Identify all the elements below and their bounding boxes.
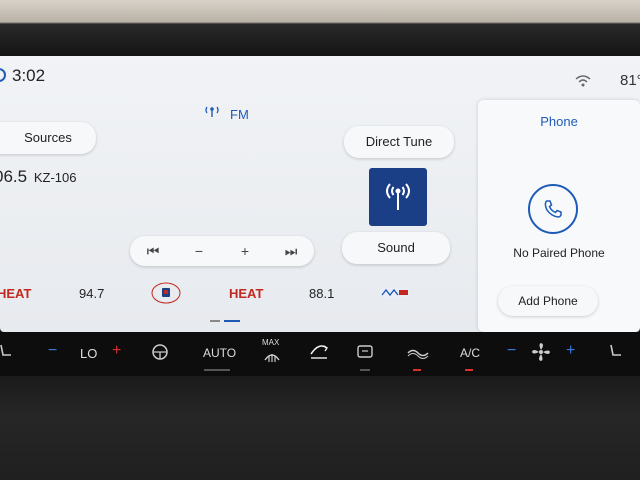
preset-6-logo-icon[interactable] [380, 286, 410, 300]
driver-temp-down-button[interactable]: − [48, 342, 57, 360]
preset-2[interactable]: 94.7 [79, 286, 104, 301]
direct-tune-button[interactable]: Direct Tune [344, 126, 454, 158]
fan-up-button[interactable]: + [566, 342, 575, 360]
current-station: 06.5 KZ-106 [0, 167, 76, 187]
phone-icon[interactable] [528, 184, 578, 234]
radio-panel: FM Sources Direct Tune 06.5 KZ-106 ⏮ − +… [0, 98, 472, 332]
phone-panel: Phone No Paired Phone Add Phone [478, 100, 640, 332]
clock: 3:02 [12, 66, 46, 85]
sources-button[interactable]: Sources [0, 122, 96, 154]
passenger-seat-heat-icon[interactable] [606, 342, 626, 362]
preset-3-logo-icon[interactable] [151, 282, 181, 304]
seat-mode-icon[interactable] [355, 342, 375, 362]
home-icon[interactable] [0, 68, 6, 82]
rear-defrost-icon[interactable] [406, 342, 430, 362]
max-defrost-label: MAX [262, 338, 280, 347]
seek-back-button[interactable]: ⏮ [130, 236, 176, 266]
wifi-icon [575, 75, 591, 87]
driver-seat-heat-icon[interactable] [0, 342, 16, 362]
phone-status: No Paired Phone [513, 246, 605, 260]
page-indicator [210, 319, 242, 323]
outside-temperature: 81° [620, 72, 640, 89]
infotainment-screen: 3:02 81° FM Sources Direct Tune 06.5 KZ-… [0, 56, 640, 332]
rear-defrost-indicator [413, 369, 421, 371]
broadcast-icon [386, 183, 410, 210]
max-defrost-icon[interactable] [262, 348, 282, 368]
add-phone-button[interactable]: Add Phone [498, 286, 598, 316]
antenna-icon [205, 106, 219, 117]
tune-down-button[interactable]: − [176, 236, 222, 266]
auto-climate-button[interactable]: AUTO [203, 346, 236, 360]
tune-up-button[interactable]: + [222, 236, 268, 266]
fan-icon [532, 343, 550, 361]
driver-temp-display: LO [80, 346, 98, 361]
preset-4[interactable]: HEAT [229, 286, 263, 301]
top-bezel [0, 0, 640, 60]
preset-5[interactable]: 88.1 [309, 286, 334, 301]
sound-button[interactable]: Sound [342, 232, 450, 264]
auto-indicator [204, 369, 230, 371]
status-bar: 3:02 81° [0, 56, 640, 98]
seek-forward-button[interactable]: ⏭ [268, 236, 314, 266]
climate-control-bar: − LO + AUTO MAX A/C − + [0, 332, 640, 376]
recirculation-icon[interactable] [306, 338, 332, 364]
station-call-sign: KZ-106 [33, 170, 77, 185]
fan-down-button[interactable]: − [507, 342, 516, 360]
driver-temp-up-button[interactable]: + [112, 342, 121, 360]
phone-title: Phone [540, 114, 578, 129]
radio-art-tile[interactable] [369, 168, 427, 226]
ac-indicator [465, 369, 473, 371]
ac-button[interactable]: A/C [460, 346, 480, 360]
heated-steering-wheel-icon[interactable] [150, 342, 170, 362]
transport-controls: ⏮ − + ⏭ [130, 236, 314, 266]
bottom-bezel [0, 376, 640, 480]
band-label: FM [230, 107, 249, 122]
station-frequency: 06.5 [0, 167, 28, 186]
seat-mode-indicator [360, 369, 370, 371]
preset-1[interactable]: HEAT [0, 286, 31, 301]
